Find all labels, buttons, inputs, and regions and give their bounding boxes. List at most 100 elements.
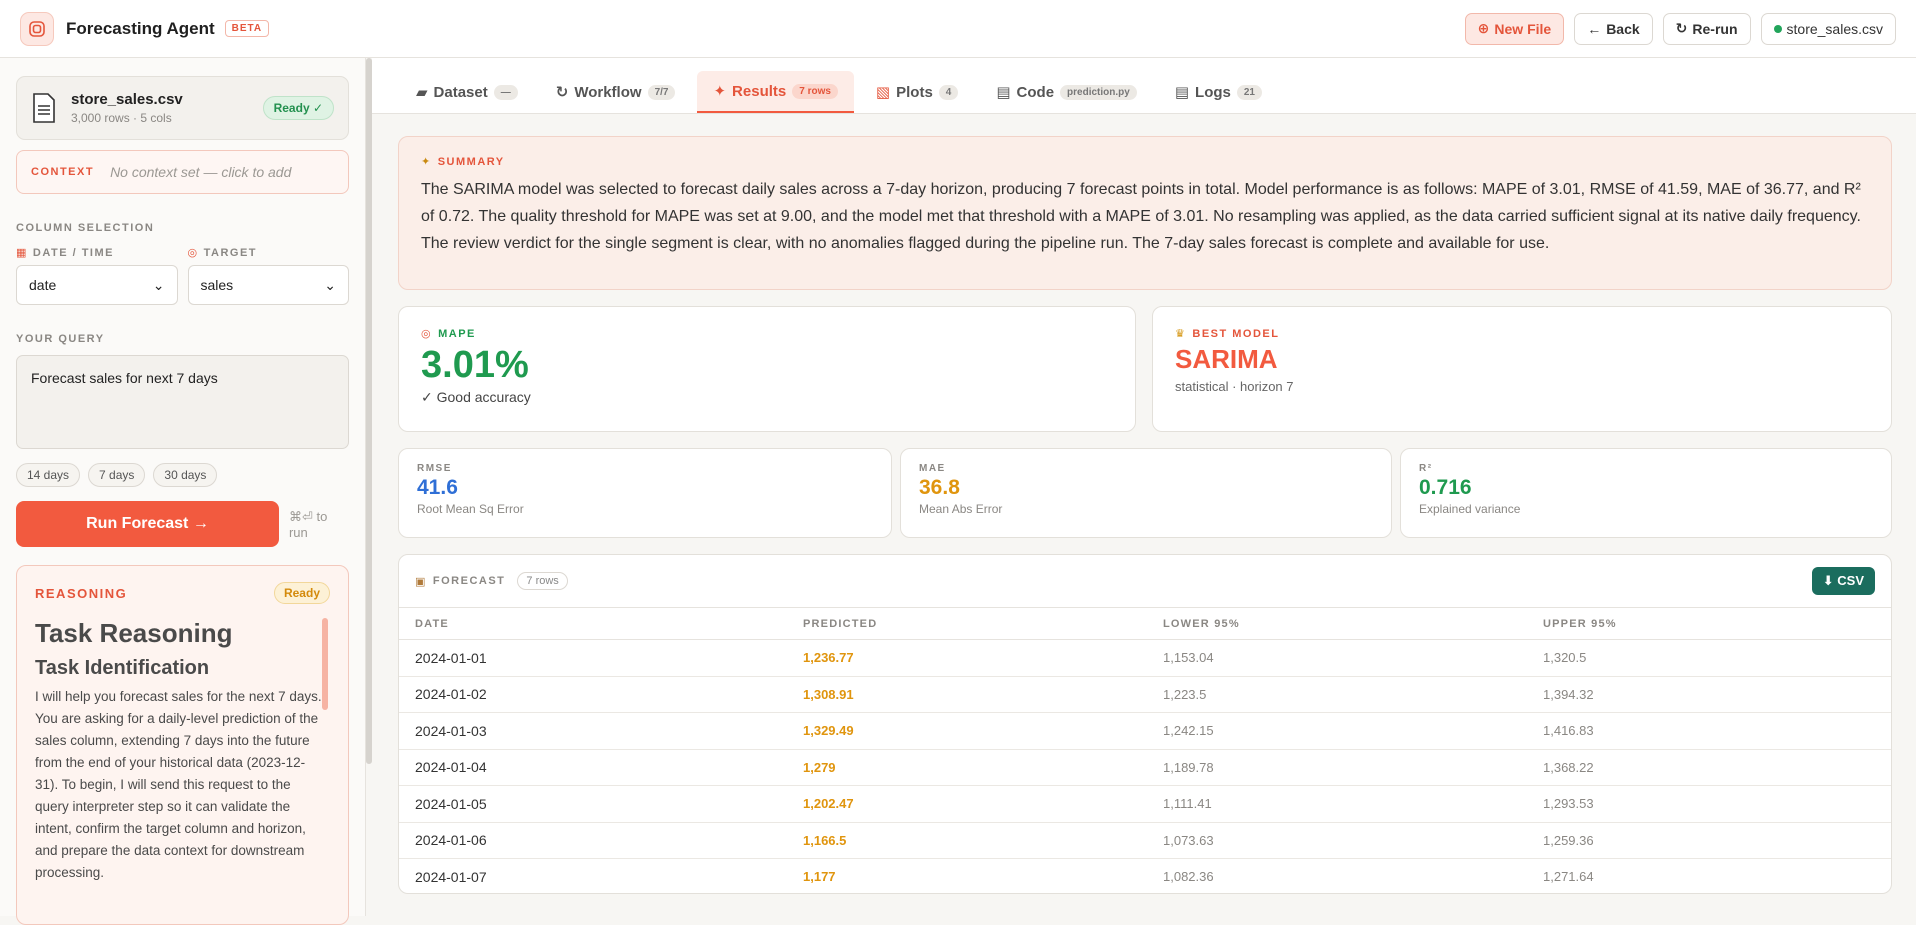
query-input[interactable]: Forecast sales for next 7 days [16, 355, 349, 449]
cell-date: 2024-01-04 [399, 749, 787, 786]
rmse-value: 41.6 [417, 476, 458, 499]
cell-lower: 1,242.15 [1147, 712, 1527, 750]
new-file-button[interactable]: ⊕ New File [1464, 12, 1565, 45]
cell-date: 2024-01-07 [399, 858, 787, 893]
cell-date: 2024-01-02 [399, 676, 787, 713]
tab-code[interactable]: ▤ Code prediction.py [980, 71, 1152, 113]
chart-icon: ▧ [875, 84, 891, 101]
tab-workflow[interactable]: ↻ Workflow 7/7 [540, 71, 692, 113]
column-header-date: DATE [399, 607, 787, 640]
mape-card: ◎ MAPE 3.01% ✓ Good accuracy [398, 306, 1136, 432]
table-row: 2024-01-02 1,308.91 1,223.5 1,394.32 [399, 676, 1891, 713]
best-model-card: ♛ BEST MODEL SARIMA statistical · horizo… [1152, 306, 1892, 432]
chip-14-days[interactable]: 14 days [16, 463, 81, 487]
cell-predicted: 1,279 [787, 749, 1147, 786]
cell-predicted: 1,177 [787, 858, 1147, 893]
target-label: TARGET [203, 246, 258, 259]
mae-label: MAE [919, 463, 946, 474]
cell-lower: 1,189.78 [1147, 749, 1527, 786]
folder-icon: ▰ [416, 84, 428, 101]
refresh-icon: ↻ [1675, 20, 1688, 36]
reasoning-panel: REASONING Ready Task Reasoning Task Iden… [16, 565, 349, 925]
column-selection-label: COLUMN SELECTION [16, 222, 155, 234]
tab-plots[interactable]: ▧ Plots 4 [860, 71, 974, 113]
current-file-button[interactable]: store_sales.csv [1760, 12, 1896, 45]
tab-results[interactable]: ✦ Results 7 rows [697, 71, 854, 113]
context-label: CONTEXT [31, 166, 95, 178]
file-status-badge: Ready ✓ [262, 96, 334, 120]
cell-upper: 1,416.83 [1527, 712, 1891, 750]
best-model-value: SARIMA [1175, 344, 1278, 374]
rmse-note: Root Mean Sq Error [417, 502, 524, 516]
beta-badge: BETA [224, 20, 270, 37]
cell-predicted: 1,236.77 [787, 639, 1147, 677]
run-forecast-button[interactable]: Run Forecast → [16, 501, 279, 547]
chevron-down-icon: ⌄ [324, 276, 336, 293]
tab-logs[interactable]: ▤ Logs 21 [1159, 71, 1278, 113]
table-row: 2024-01-07 1,177 1,082.36 1,271.64 [399, 858, 1891, 893]
mae-value: 36.8 [919, 476, 960, 499]
summary-label: SUMMARY [437, 155, 505, 168]
reasoning-scrollbar[interactable] [322, 618, 328, 710]
r2-note: Explained variance [1419, 502, 1521, 516]
document-icon [33, 93, 55, 123]
tab-dataset[interactable]: ▰ Dataset — [400, 71, 534, 113]
reasoning-body: I will help you forecast sales for the n… [35, 689, 322, 880]
column-header-lower: LOWER 95% [1147, 607, 1527, 640]
rmse-card: RMSE 41.6 Root Mean Sq Error [398, 448, 892, 538]
cell-predicted: 1,202.47 [787, 785, 1147, 823]
main-content: ▰ Dataset — ↻ Workflow 7/7 ✦ Results 7 r… [372, 58, 1916, 916]
reasoning-subtitle: Task Identification [35, 657, 210, 679]
cell-lower: 1,111.41 [1147, 785, 1527, 823]
query-label: YOUR QUERY [16, 333, 105, 345]
reasoning-status-badge: Ready [273, 582, 330, 604]
chip-30-days[interactable]: 30 days [153, 463, 218, 487]
cell-upper: 1,259.36 [1527, 822, 1891, 859]
file-card[interactable]: store_sales.csv 3,000 rows · 5 cols Read… [16, 76, 349, 140]
cell-upper: 1,368.22 [1527, 749, 1891, 786]
cell-date: 2024-01-06 [399, 822, 787, 859]
best-model-label: BEST MODEL [1192, 327, 1280, 340]
table-row: 2024-01-06 1,166.5 1,073.63 1,259.36 [399, 822, 1891, 859]
reasoning-title: Task Reasoning [35, 618, 233, 648]
cell-lower: 1,153.04 [1147, 639, 1527, 677]
table-header-row: DATE PREDICTED LOWER 95% UPPER 95% [399, 607, 1891, 640]
table-row: 2024-01-03 1,329.49 1,242.15 1,416.83 [399, 712, 1891, 750]
back-button[interactable]: ← Back [1574, 12, 1653, 45]
clipboard-icon: ▣ [415, 575, 427, 588]
date-time-label: DATE / TIME [32, 246, 114, 259]
chip-7-days[interactable]: 7 days [88, 463, 146, 487]
cell-upper: 1,271.64 [1527, 858, 1891, 893]
target-column-select[interactable]: sales ⌄ [187, 265, 349, 305]
target-icon: ◎ [187, 247, 199, 259]
cell-lower: 1,073.63 [1147, 822, 1527, 859]
cell-upper: 1,394.32 [1527, 676, 1891, 713]
sparkle-icon: ✦ [713, 83, 727, 100]
forecast-table: DATE PREDICTED LOWER 95% UPPER 95% 2024-… [399, 607, 1891, 893]
globe-icon: ⊕ [1477, 20, 1490, 36]
calendar-icon: ▦ [16, 247, 28, 259]
sidebar: store_sales.csv 3,000 rows · 5 cols Read… [0, 58, 366, 925]
chevron-down-icon: ⌄ [152, 276, 165, 293]
file-name: store_sales.csv [71, 91, 183, 108]
cell-predicted: 1,329.49 [787, 712, 1147, 750]
tab-bar: ▰ Dataset — ↻ Workflow 7/7 ✦ Results 7 r… [372, 58, 1916, 114]
column-header-upper: UPPER 95% [1527, 607, 1891, 640]
cell-upper: 1,293.53 [1527, 785, 1891, 823]
table-row: 2024-01-01 1,236.77 1,153.04 1,320.5 [399, 639, 1891, 677]
cell-predicted: 1,308.91 [787, 676, 1147, 713]
forecast-label: FORECAST [432, 575, 506, 587]
context-box[interactable]: CONTEXT No context set — click to add [16, 150, 349, 194]
date-column-select[interactable]: date ⌄ [16, 265, 178, 305]
mape-value: 3.01% [421, 344, 529, 386]
column-header-predicted: PREDICTED [787, 607, 1147, 640]
summary-panel: ✦ SUMMARY The SARIMA model was selected … [398, 136, 1892, 290]
rerun-button[interactable]: ↻ Re-run [1662, 12, 1751, 45]
mae-card: MAE 36.8 Mean Abs Error [900, 448, 1392, 538]
mape-note: ✓ Good accuracy [421, 389, 531, 405]
r2-card: R² 0.716 Explained variance [1400, 448, 1892, 538]
best-model-note: statistical · horizon 7 [1175, 379, 1294, 394]
download-csv-button[interactable]: ⬇ CSV [1811, 567, 1875, 595]
forecast-row-count: 7 rows [517, 572, 568, 590]
file-meta: 3,000 rows · 5 cols [71, 111, 172, 125]
